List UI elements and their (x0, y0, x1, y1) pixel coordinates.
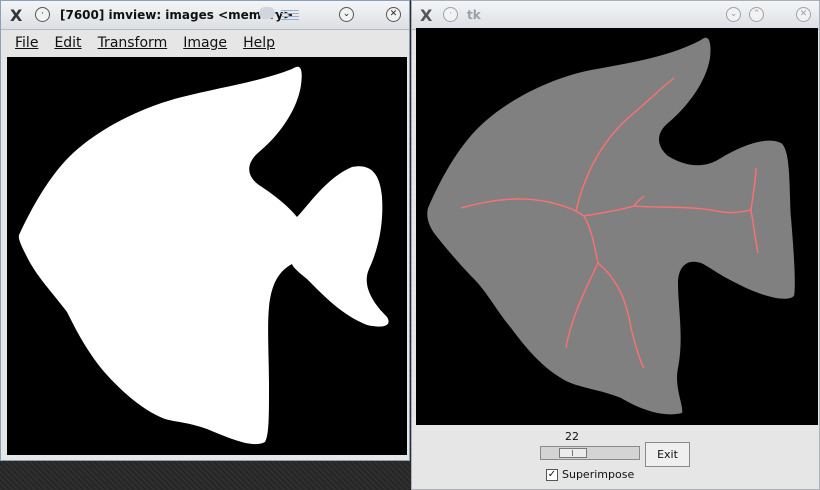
menu-dropdown-icon[interactable]: ⌄ (339, 7, 354, 22)
menu-edit[interactable]: Edit (46, 35, 89, 51)
fish-silhouette (18, 66, 389, 445)
superimpose-label: Superimpose (562, 468, 635, 481)
menu-image-label: Image (183, 35, 228, 51)
maximize-icon[interactable]: ⌃ (749, 7, 764, 22)
tray-decoration-icon (259, 7, 275, 19)
menu-file-label: File (15, 35, 39, 51)
superimpose-checkbox[interactable]: ✓ Superimpose (546, 468, 634, 481)
tk-window: X · tk ⌄ ⌃ ✕ 22 Exit ✓ Superimpose (411, 0, 820, 490)
slider-thumb[interactable] (559, 448, 587, 458)
window-title: tk (467, 8, 481, 22)
list-decoration-icon (281, 10, 299, 20)
control-panel: 22 Exit ✓ Superimpose (412, 427, 819, 489)
sticky-icon[interactable]: · (35, 7, 50, 22)
menu-help[interactable]: Help (235, 35, 283, 51)
checkmark-icon: ✓ (547, 468, 557, 480)
fish-mask-image (18, 66, 389, 445)
fish-skeleton-image (427, 37, 795, 415)
exit-button[interactable]: Exit (645, 442, 690, 467)
app-icon[interactable]: X (10, 6, 22, 25)
minimize-icon[interactable]: ⌄ (726, 7, 741, 22)
sticky-icon[interactable]: · (443, 7, 458, 22)
menu-file[interactable]: File (7, 35, 46, 51)
title-bar[interactable]: X · [7600] imview: images <memory> ⌄ ✕ (1, 1, 409, 30)
skeleton-canvas[interactable] (416, 28, 818, 425)
imview-window: X · [7600] imview: images <memory> ⌄ ✕ F… (0, 0, 410, 461)
image-canvas[interactable] (7, 57, 407, 455)
close-icon[interactable]: ✕ (796, 7, 811, 22)
close-icon[interactable]: ✕ (386, 7, 401, 22)
checkbox-box[interactable]: ✓ (546, 468, 558, 481)
menu-image[interactable]: Image (175, 35, 235, 51)
menu-edit-label: Edit (54, 35, 82, 51)
title-bar[interactable]: X · tk ⌄ ⌃ ✕ (412, 1, 819, 30)
slider-value: 22 (565, 430, 579, 443)
menu-transform-label: Transform (97, 35, 168, 51)
exit-button-label: Exit (657, 448, 678, 461)
menu-bar: File Edit Transform Image Help (7, 30, 405, 56)
threshold-slider[interactable] (540, 446, 640, 460)
app-icon[interactable]: X (420, 6, 432, 25)
menu-transform[interactable]: Transform (90, 35, 176, 51)
menu-help-label: Help (243, 35, 275, 51)
fish-silhouette-gray (427, 37, 795, 415)
